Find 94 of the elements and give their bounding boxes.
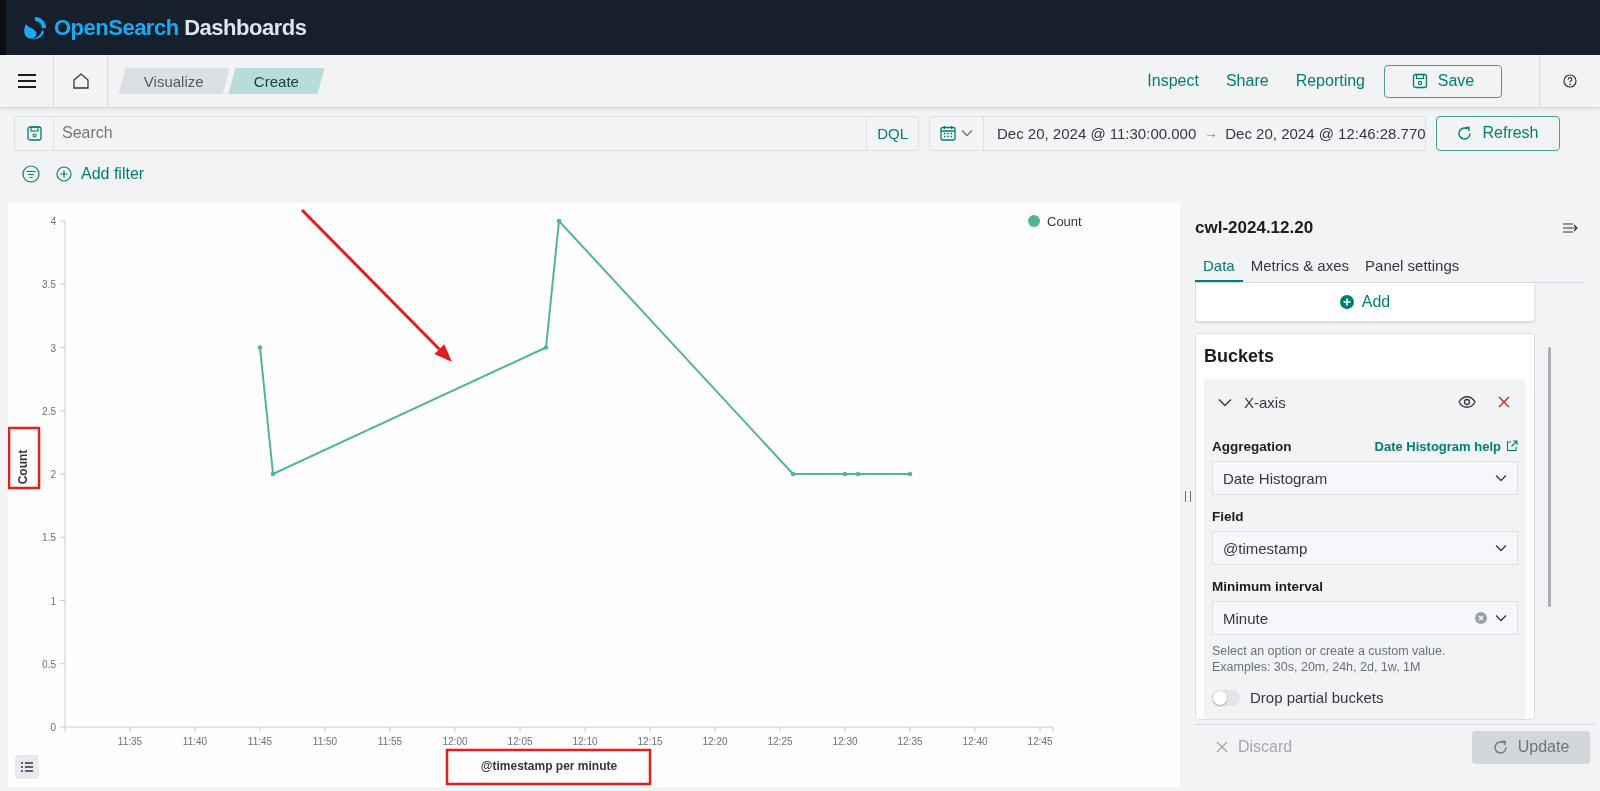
x-tick-label: 12:10	[572, 736, 598, 747]
x-tick-label: 11:35	[117, 736, 143, 747]
header-link[interactable]: Reporting	[1295, 72, 1365, 90]
breadcrumb[interactable]: Create	[228, 68, 325, 94]
y-axis-title: Count	[16, 449, 30, 485]
chevron-down-icon	[961, 129, 973, 137]
y-tick-label: 3.5	[42, 279, 56, 291]
add-button[interactable]: Add	[1333, 292, 1397, 312]
close-icon	[1216, 741, 1228, 753]
index-pattern-title: cwl-2024.12.20	[1195, 218, 1314, 238]
saved-query-icon[interactable]	[26, 125, 42, 141]
range-arrow: →	[1203, 125, 1219, 141]
help-text: Examples: 30s, 20m, 24h, 2d, 1w, 1M	[1212, 659, 1422, 675]
x-tick-label: 12:30	[832, 736, 858, 747]
external-link-icon	[1506, 440, 1518, 452]
plus-circle-icon	[1339, 295, 1354, 309]
data-point	[907, 471, 913, 477]
data-point	[270, 471, 276, 477]
legend-toggle-button[interactable]	[15, 755, 39, 779]
select-field[interactable]: Minute	[1212, 601, 1518, 635]
x-tick-label: 12:20	[702, 736, 728, 747]
field-label: Minimum interval	[1212, 578, 1324, 594]
resize-handle[interactable]	[1184, 490, 1191, 502]
breadcrumb[interactable]: Visualize	[118, 68, 230, 94]
start-date[interactable]: Dec 20, 2024 @ 11:30:00.000	[984, 124, 1197, 142]
toggle-label: Drop partial buckets	[1250, 689, 1384, 706]
refresh-button[interactable]: Refresh	[1436, 115, 1560, 151]
clear-icon[interactable]	[1475, 612, 1487, 624]
chevron-icon	[1218, 397, 1232, 407]
data-point	[257, 345, 263, 350]
y-tick-label: 0	[50, 722, 56, 733]
data-point	[556, 218, 562, 224]
data-point	[543, 345, 549, 350]
save-button[interactable]: Save	[1384, 64, 1502, 98]
x-tick-label: 12:15	[637, 736, 663, 747]
x-tick-label: 11:55	[377, 736, 403, 747]
x-tick-label: 12:35	[897, 736, 923, 747]
home-icon	[71, 72, 90, 90]
language-toggle[interactable]: DQL	[866, 116, 918, 150]
help-text: Select an option or create a custom value.	[1212, 643, 1447, 659]
editor-tab[interactable]: Metrics & axes	[1242, 254, 1358, 282]
y-tick-label: 4	[50, 216, 56, 227]
y-tick-label: 2	[50, 469, 56, 480]
header-link[interactable]: Inspect	[1147, 72, 1199, 90]
header-link[interactable]: Share	[1225, 72, 1269, 90]
scrollbar-thumb[interactable]	[1547, 347, 1551, 607]
select-field[interactable]: Date Histogram	[1212, 461, 1518, 495]
x-tick-label: 11:45	[247, 736, 273, 747]
x-axis-title: @timestamp per minute	[480, 759, 618, 773]
help-icon[interactable]	[1563, 74, 1577, 88]
x-tick-label: 12:05	[507, 736, 533, 747]
y-tick-label: 2.5	[42, 405, 56, 417]
add-filter-button[interactable]: Add filter	[56, 165, 145, 183]
app-logo-text: OpenSearch Dashboards	[54, 14, 307, 41]
plus-circle-icon	[56, 166, 72, 182]
editor-tab[interactable]: Panel settings	[1357, 254, 1468, 282]
data-point	[842, 471, 848, 477]
x-tick-label: 12:00	[442, 736, 468, 747]
x-tick-label: 11:50	[312, 736, 338, 747]
x-tick-label: 11:40	[182, 736, 208, 747]
eye-icon[interactable]	[1458, 396, 1476, 408]
y-tick-label: 1.5	[42, 532, 56, 544]
legend-label[interactable]: Count	[1047, 214, 1082, 229]
menu-icon	[17, 74, 36, 88]
chevron-down-icon	[1495, 544, 1507, 552]
chevron-down-icon	[1495, 474, 1507, 482]
toggle-switch[interactable]	[1212, 689, 1240, 706]
save-icon	[1411, 73, 1428, 89]
chevron-down-icon	[1495, 614, 1507, 622]
x-tick-label: 12:25	[767, 736, 793, 747]
y-tick-label: 0.5	[42, 658, 56, 670]
search-field[interactable]: Search DQL	[14, 115, 919, 151]
list-icon	[21, 762, 33, 772]
x-tick-label: 12:45	[1027, 736, 1053, 747]
select-field[interactable]: @timestamp	[1212, 531, 1518, 565]
field-label: Field	[1212, 508, 1244, 524]
refresh-icon	[1492, 739, 1508, 755]
calendar-icon	[940, 125, 956, 141]
filter-icon[interactable]	[22, 165, 40, 183]
help-link[interactable]: Date Histogram help	[1374, 438, 1518, 454]
y-tick-label: 1	[50, 595, 56, 607]
x-tick-label: 12:40	[962, 736, 988, 747]
data-point	[855, 471, 861, 477]
y-tick-label: 3	[50, 342, 56, 354]
expand-toggle[interactable]	[1218, 397, 1232, 407]
collapse-icon[interactable]	[1562, 221, 1580, 235]
end-date[interactable]: Dec 20, 2024 @ 12:46:28.770	[1225, 124, 1426, 142]
refresh-icon	[1457, 125, 1473, 141]
data-point	[790, 471, 796, 477]
field-label: Aggregation	[1212, 438, 1292, 454]
bucket-label: X-axis	[1244, 393, 1287, 411]
app-logo-icon	[22, 14, 48, 41]
section-title: Buckets	[1204, 346, 1276, 367]
close-icon[interactable]	[1498, 396, 1510, 408]
